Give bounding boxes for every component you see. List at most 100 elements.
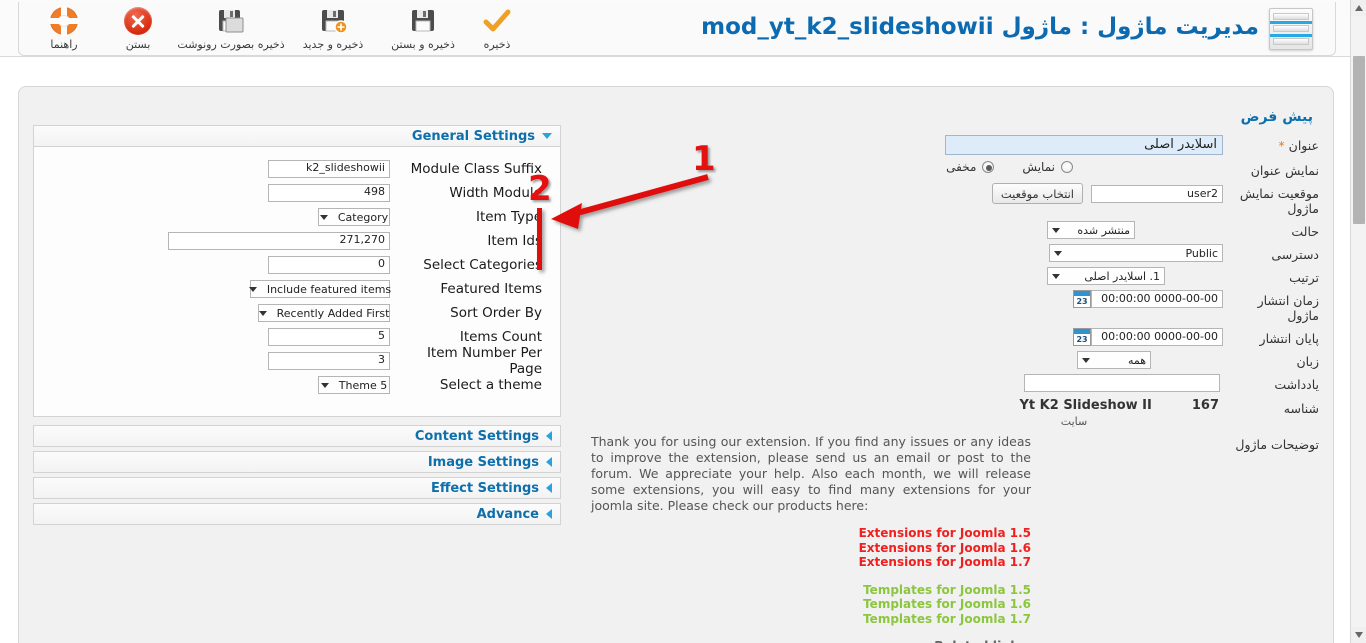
scroll-up-arrow[interactable] xyxy=(1351,0,1366,16)
panel-general-settings-header[interactable]: General Settings xyxy=(33,125,561,147)
items-count-input[interactable]: 5 xyxy=(268,328,390,346)
panel-general-settings-body: k2_slideshowii Module Class Suffix 498 W… xyxy=(33,147,561,417)
show-title-radio-hide[interactable] xyxy=(982,161,995,173)
extension-link-17[interactable]: Extensions for Joomla 1.7 xyxy=(591,555,1031,570)
access-select[interactable]: Public xyxy=(1049,244,1223,262)
sort-order-by-select[interactable]: Recently Added First xyxy=(258,304,390,322)
featured-items-select[interactable]: Include featured items xyxy=(248,280,392,298)
save-button[interactable]: ذخیره xyxy=(467,2,527,54)
help-button-label: راهنما xyxy=(50,38,78,51)
chevron-down-icon xyxy=(258,310,267,316)
row-status: حالت منتشر شده xyxy=(579,221,1319,239)
save-new-button[interactable]: ذخیره و جدید xyxy=(287,2,379,54)
field-item-ids: 271,270 Item Ids xyxy=(34,229,560,253)
calendar-icon[interactable]: 23 xyxy=(1073,328,1091,346)
template-link-16[interactable]: Templates for Joomla 1.6 xyxy=(591,597,1031,612)
select-a-theme-value: Theme 5 xyxy=(338,378,388,392)
show-title-radio-show[interactable] xyxy=(1061,161,1073,173)
module-stack-icon xyxy=(1269,8,1313,50)
item-number-per-page-label: Item Number Per Page xyxy=(426,345,542,377)
field-featured-items: Include featured items Featured Items xyxy=(34,277,560,301)
panel-content-settings-title: Content Settings xyxy=(414,428,539,444)
item-ids-input[interactable]: 271,270 xyxy=(168,232,390,250)
help-button[interactable]: راهنما xyxy=(27,2,101,54)
save-as-copy-button[interactable]: ذخیره بصورت رونوشت xyxy=(175,2,287,54)
position-input[interactable]: user2 xyxy=(1091,184,1223,203)
row-description: توضیحات ماژول Thank you for using our ex… xyxy=(579,434,1319,643)
vertical-scrollbar[interactable] xyxy=(1350,0,1366,643)
item-type-select[interactable]: Category xyxy=(318,208,390,226)
chevron-left-icon xyxy=(546,457,552,467)
panel-general-settings-title: General Settings xyxy=(411,128,535,144)
save-as-copy-label: ذخیره بصورت رونوشت xyxy=(177,38,285,51)
row-show-title: نمایش عنوان نمایش مخفی xyxy=(579,160,1319,178)
module-params-column: General Settings k2_slideshowii Module C… xyxy=(33,125,561,529)
scrollbar-thumb[interactable] xyxy=(1353,56,1365,224)
finish-publishing-input[interactable]: 0000-00-00 00:00:00 xyxy=(1091,328,1223,346)
scroll-down-arrow[interactable] xyxy=(1351,627,1366,643)
chevron-left-icon xyxy=(546,509,552,519)
template-link-17[interactable]: Templates for Joomla 1.7 xyxy=(591,612,1031,627)
status-value: منتشر شده xyxy=(1077,223,1130,237)
required-asterisk: * xyxy=(1278,139,1285,153)
module-details-column: پیش فرض عنوان * اسلایدر اصلی نمایش عنوان… xyxy=(579,109,1319,643)
module-class-suffix-input[interactable]: k2_slideshowii xyxy=(268,160,390,178)
language-label: زبان xyxy=(1296,354,1319,369)
chevron-down-icon xyxy=(1054,250,1062,256)
items-count-label: Items Count xyxy=(459,329,542,345)
calendar-icon[interactable]: 23 xyxy=(1073,290,1091,308)
template-link-15[interactable]: Templates for Joomla 1.5 xyxy=(591,583,1031,598)
item-number-per-page-input[interactable]: 3 xyxy=(268,352,390,370)
chevron-left-icon xyxy=(546,483,552,493)
panel-content-settings-header[interactable]: Content Settings xyxy=(33,425,561,447)
chevron-down-icon xyxy=(320,382,329,388)
panel-image-settings-title: Image Settings xyxy=(427,454,539,470)
save-close-button[interactable]: ذخیره و بستن xyxy=(379,2,467,54)
field-select-categories: 0 Select Categories xyxy=(34,253,560,277)
row-ordering: ترتیب 1. اسلایدر اصلی xyxy=(579,267,1319,285)
select-categories-label: Select Categories xyxy=(423,257,542,273)
title-input[interactable]: اسلایدر اصلی xyxy=(945,135,1223,155)
panel-image-settings-header[interactable]: Image Settings xyxy=(33,451,561,473)
select-position-button[interactable]: انتخاب موقعیت xyxy=(991,183,1083,204)
description-text: Thank you for using our extension. If yo… xyxy=(591,434,1031,513)
save-new-label: ذخیره و جدید xyxy=(302,38,364,51)
item-type-label: Item Type xyxy=(475,209,542,225)
close-button[interactable]: بستن xyxy=(101,2,175,54)
save-new-icon xyxy=(318,6,348,36)
panel-advance-header[interactable]: Advance xyxy=(33,503,561,525)
description-label: توضیحات ماژول xyxy=(1235,437,1319,452)
panel-advance-title: Advance xyxy=(476,506,539,522)
show-title-label: نمایش عنوان xyxy=(1250,163,1319,178)
status-select[interactable]: منتشر شده xyxy=(1047,221,1135,239)
width-module-label: Width Module xyxy=(449,185,542,201)
width-module-input[interactable]: 498 xyxy=(268,184,390,202)
sort-order-by-label: Sort Order By xyxy=(450,305,542,321)
select-a-theme-select[interactable]: Theme 5 xyxy=(318,376,390,394)
featured-items-value: Include featured items xyxy=(266,282,392,296)
client-value: سایت xyxy=(1060,415,1088,428)
module-class-suffix-label: Module Class Suffix xyxy=(410,161,542,177)
note-input[interactable] xyxy=(1024,374,1220,392)
extension-link-15[interactable]: Extensions for Joomla 1.5 xyxy=(591,526,1031,541)
save-copy-icon xyxy=(216,6,246,36)
save-button-label: ذخیره xyxy=(483,38,511,51)
status-label: حالت xyxy=(1291,224,1319,239)
start-publishing-input[interactable]: 0000-00-00 00:00:00 xyxy=(1091,290,1223,308)
toolbar-inner: راهنما بستن ذخیره بصورت رونوشت ذخیره و ج… xyxy=(18,2,1336,56)
check-icon xyxy=(482,6,512,36)
chevron-left-icon xyxy=(546,431,552,441)
module-edit-card: General Settings k2_slideshowii Module C… xyxy=(18,86,1334,643)
finish-publishing-label: پایان انتشار xyxy=(1259,331,1319,346)
page-title: مدیریت ماژول : ماژول mod_yt_k2_slideshow… xyxy=(701,14,1259,40)
language-select[interactable]: همه xyxy=(1077,351,1151,369)
cancel-icon xyxy=(124,6,152,36)
extension-link-16[interactable]: Extensions for Joomla 1.6 xyxy=(591,541,1031,556)
ordering-select[interactable]: 1. اسلایدر اصلی xyxy=(1047,267,1165,285)
panel-effect-settings-header[interactable]: Effect Settings xyxy=(33,477,561,499)
select-categories-input[interactable]: 0 xyxy=(268,256,390,274)
help-icon xyxy=(49,6,79,36)
access-label: دسترسی xyxy=(1271,247,1319,262)
save-close-label: ذخیره و بستن xyxy=(391,38,455,51)
chevron-down-icon xyxy=(319,214,328,220)
